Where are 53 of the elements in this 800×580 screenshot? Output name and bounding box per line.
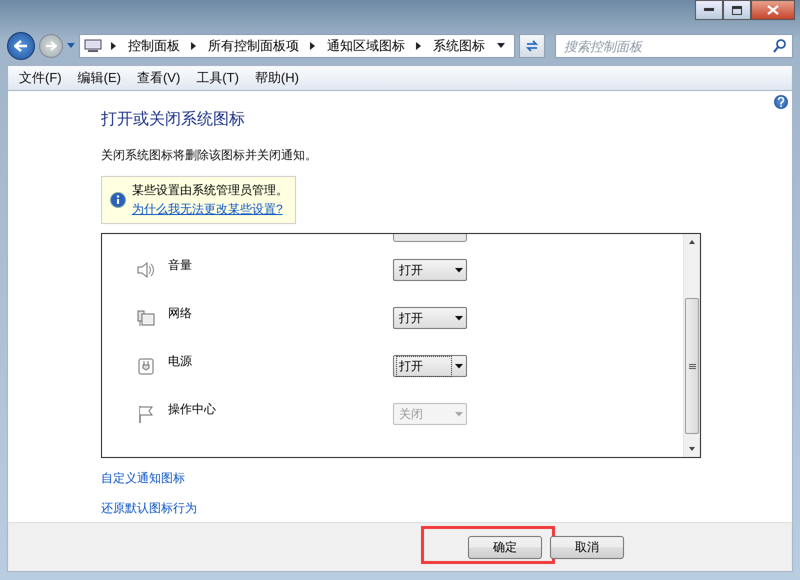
dropdown-arrow-icon [452,364,466,368]
behavior-dropdown[interactable]: 打开 [393,355,467,377]
history-caret-icon[interactable] [67,43,75,49]
settings-link[interactable]: 自定义通知图标 [101,470,185,487]
volume-icon [136,260,156,280]
refresh-button[interactable] [519,34,545,58]
menu-item[interactable]: 帮助(H) [248,67,306,89]
menu-item[interactable]: 文件(F) [12,67,69,89]
breadcrumb[interactable]: 所有控制面板项 [206,37,301,55]
maximize-button[interactable] [723,0,751,20]
dialog-button[interactable]: 取消 [550,536,624,558]
info-icon [110,192,126,208]
menu-item[interactable]: 编辑(E) [70,67,128,89]
description-text: 关闭系统图标将删除该图标并关闭通知。 [101,147,318,164]
icon-label: 操作中心 [168,400,217,418]
breadcrumb[interactable]: 系统图标 [431,37,487,55]
computer-icon [84,39,102,53]
scrollbar[interactable] [683,234,700,457]
breadcrumb[interactable]: 控制面板 [126,37,182,55]
search-field[interactable]: 搜索控制面板 [555,34,793,58]
dialog-button[interactable]: 确定 [468,536,542,558]
help-icon[interactable] [774,95,788,109]
close-icon [767,5,779,15]
maximize-icon [732,6,742,14]
dropdown-arrow-icon [452,268,466,272]
icon-label: 音量 [168,256,193,274]
dropdown-arrow-icon [452,316,466,320]
behavior-dropdown[interactable]: 打开 [393,307,467,329]
grip-icon[interactable] [688,364,696,368]
address-bar[interactable]: 控制面板 所有控制面板项 通知区域图标 系统图标 [79,34,515,58]
behavior-dropdown[interactable]: 打开 [393,259,467,281]
icon-label: 电源 [168,352,193,370]
partial-dropdown[interactable] [393,234,467,242]
close-button[interactable] [751,0,795,20]
page-title: 打开或关闭系统图标 [101,110,246,130]
minimize-icon [704,8,714,12]
dropdown-arrow-icon [452,412,466,416]
search-icon [773,39,787,53]
minimize-button[interactable] [695,0,723,20]
refresh-icon [525,40,539,52]
back-arrow-icon [14,40,28,52]
forward-arrow-icon [45,41,57,51]
breadcrumb[interactable]: 通知区域图标 [325,37,407,55]
settings-link[interactable]: 还原默认图标行为 [101,500,197,517]
network-icon [136,308,156,328]
menu-item[interactable]: 工具(T) [189,67,246,89]
menu-item[interactable]: 查看(V) [130,67,188,89]
icon-label: 网络 [168,304,193,322]
back-button[interactable] [7,32,35,60]
notice-message: 某些设置由系统管理员管理。 [132,182,288,199]
forward-button[interactable] [39,34,63,58]
power-icon [136,356,156,376]
help-link[interactable]: 为什么我无法更改某些设置? [132,201,288,218]
